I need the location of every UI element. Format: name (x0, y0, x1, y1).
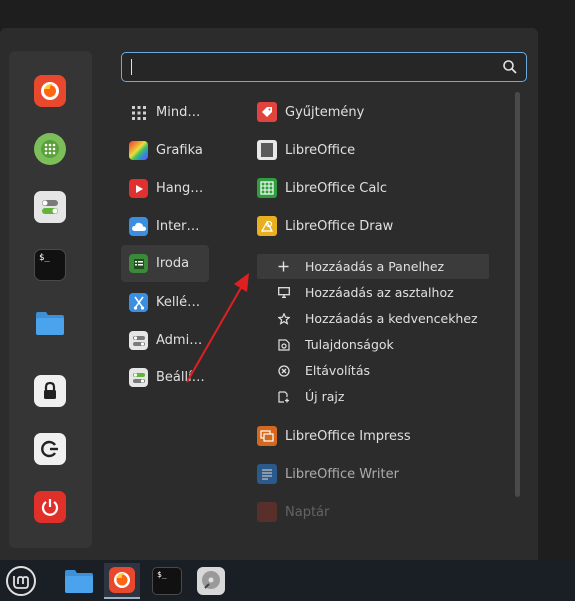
taskbar-disks[interactable] (193, 563, 229, 599)
mint-logo-icon (6, 566, 36, 596)
annotation-arrow (186, 273, 249, 383)
folder-icon (65, 570, 93, 593)
taskbar-terminal[interactable]: $_ (149, 563, 185, 599)
disk-icon (197, 567, 225, 595)
terminal-icon: $_ (157, 570, 167, 579)
taskbar-firefox[interactable] (104, 563, 140, 599)
firefox-icon (109, 567, 135, 593)
taskbar-menu-button[interactable] (3, 563, 39, 599)
taskbar: $_ (0, 560, 575, 601)
taskbar-files[interactable] (61, 563, 97, 599)
